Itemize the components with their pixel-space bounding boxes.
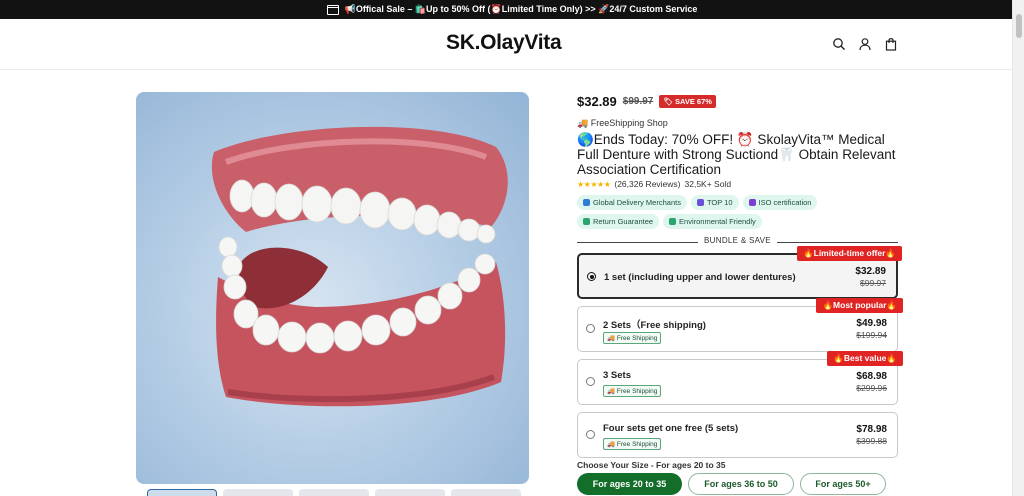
announcement-text: 📢Offical Sale – 🛍️Up to 50% Off (⏰Limite… xyxy=(344,4,698,14)
return-icon xyxy=(583,218,590,225)
product-title: 🌎Ends Today: 70% OFF! ⏰ SkolayVita™ Medi… xyxy=(577,132,896,177)
tag-return-guarantee: Return Guarantee xyxy=(577,214,660,229)
radio-selected[interactable] xyxy=(587,272,596,281)
shop-name: 🚚 FreeShipping Shop xyxy=(577,118,668,128)
bundle-option-1[interactable]: 1 set (including upper and lower denture… xyxy=(577,246,902,299)
tag-top-10: TOP 10 xyxy=(690,195,739,210)
bundle-ribbon: 🔥Limited-time offer🔥 xyxy=(797,246,902,261)
account-icon[interactable] xyxy=(858,37,872,51)
thumbnail[interactable] xyxy=(223,489,293,496)
price-row: $32.89 $99.97 🏷 SAVE 67% xyxy=(577,92,898,110)
star-icon xyxy=(696,199,704,206)
bundle-option-2[interactable]: 2 Sets（Free shipping) 🚚 Free Shipping $4… xyxy=(577,298,903,352)
bundle-compare-price: $299.96 xyxy=(856,383,887,393)
cart-icon[interactable] xyxy=(884,37,898,51)
product-image[interactable] xyxy=(136,92,529,484)
thumbnail[interactable] xyxy=(299,489,369,496)
free-shipping-badge: 🚚 Free Shipping xyxy=(603,438,662,450)
free-shipping-badge: 🚚 Free Shipping xyxy=(603,332,662,344)
thumbnail[interactable] xyxy=(147,489,217,496)
bundle-compare-price: $199.94 xyxy=(856,330,887,340)
tag-label: ISO certification xyxy=(758,198,812,207)
tag-label: Global Delivery Merchants xyxy=(593,198,681,207)
save-badge-text: SAVE 67% xyxy=(674,96,712,106)
compare-price: $99.97 xyxy=(622,95,654,107)
review-count[interactable]: (26,326 Reviews) xyxy=(614,179,680,189)
bookmark-icon xyxy=(748,199,756,206)
rating-row: ★★★★★ (26,326 Reviews) 32,5K+ Sold xyxy=(577,179,898,189)
scrollbar-thumb[interactable] xyxy=(1016,14,1022,38)
thumbnail[interactable] xyxy=(375,489,445,496)
page-scrollbar[interactable] xyxy=(1012,0,1024,496)
tag-eco: Environmental Friendly xyxy=(663,214,762,229)
thumbnail-strip xyxy=(147,489,521,496)
save-badge: 🏷 SAVE 67% xyxy=(659,94,716,108)
tag-global-delivery: Global Delivery Merchants xyxy=(577,195,687,210)
sale-price: $32.89 xyxy=(577,93,617,109)
radio[interactable] xyxy=(586,430,595,439)
size-option-36-50[interactable]: For ages 36 to 50 xyxy=(688,473,794,495)
denture-illustration xyxy=(211,126,508,407)
radio[interactable] xyxy=(586,377,595,386)
bundle-label: 3 Sets xyxy=(603,370,631,381)
search-icon[interactable] xyxy=(832,37,846,51)
announcement-bar: 📢Offical Sale – 🛍️Up to 50% Off (⏰Limite… xyxy=(0,0,1024,19)
star-rating-icon: ★★★★★ xyxy=(577,179,611,189)
tag-label: Environmental Friendly xyxy=(679,217,756,226)
bundle-price: $49.98 xyxy=(856,318,887,329)
free-shipping-badge: 🚚 Free Shipping xyxy=(603,385,662,397)
tag-label: TOP 10 xyxy=(706,198,733,207)
bundle-price: $68.98 xyxy=(856,371,887,382)
size-option-20-35[interactable]: For ages 20 to 35 xyxy=(577,473,682,495)
site-header: SK.OlayVita xyxy=(0,19,1012,70)
product-info: $32.89 $99.97 🏷 SAVE 67% 🚚 FreeShipping … xyxy=(577,92,903,473)
bundle-option-3[interactable]: 3 Sets 🚚 Free Shipping $68.98 $299.96 🔥B… xyxy=(577,351,903,405)
leaf-icon xyxy=(669,218,677,225)
radio[interactable] xyxy=(586,324,595,333)
thumbnail[interactable] xyxy=(451,489,521,496)
bundle-compare-price: $99.97 xyxy=(860,278,886,288)
size-label: Choose Your Size - For ages 20 to 35 xyxy=(577,460,726,470)
size-option-50-plus[interactable]: For ages 50+ xyxy=(800,473,886,495)
store-icon xyxy=(326,4,339,15)
bundle-label: Four sets get one free (5 sets) xyxy=(603,423,739,434)
bundle-ribbon: 🔥Best value🔥 xyxy=(827,351,903,366)
bundle-options: 1 set (including upper and lower denture… xyxy=(577,246,903,473)
tag-iso: ISO certification xyxy=(742,195,818,210)
bundle-price: $32.89 xyxy=(855,266,886,277)
feature-tags: Global Delivery Merchants TOP 10 ISO cer… xyxy=(577,195,898,229)
sold-count: 32,5K+ Sold xyxy=(684,179,732,189)
site-logo[interactable]: SK.OlayVita xyxy=(446,31,562,55)
bundle-option-4[interactable]: Four sets get one free (5 sets) 🚚 Free S… xyxy=(577,412,898,458)
bundle-label: 2 Sets（Free shipping) xyxy=(603,320,706,331)
truck-icon xyxy=(583,199,590,206)
tag-label: Return Guarantee xyxy=(593,217,654,226)
bundle-compare-price: $399.88 xyxy=(856,436,887,446)
bundle-ribbon: 🔥Most popular🔥 xyxy=(816,298,903,313)
bundle-price: $78.98 xyxy=(856,424,887,435)
bundle-heading-text: BUNDLE & SAVE xyxy=(698,236,777,245)
bundle-label: 1 set (including upper and lower denture… xyxy=(604,272,796,283)
